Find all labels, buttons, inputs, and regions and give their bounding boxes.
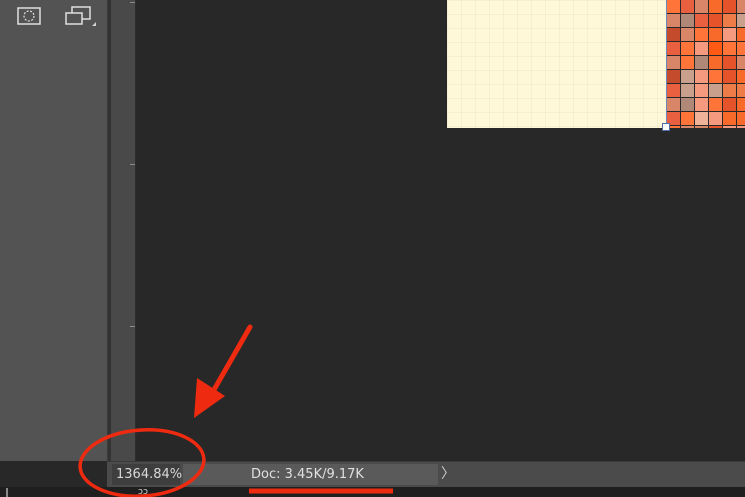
image-pixel (695, 84, 708, 97)
image-pixel (667, 98, 680, 111)
image-pixel (737, 126, 745, 128)
image-pixel (737, 28, 745, 41)
image-pixel (709, 28, 722, 41)
image-pixel (737, 42, 745, 55)
image-pixel (695, 56, 708, 69)
image-pixel (667, 0, 680, 13)
status-menu-arrow-icon[interactable]: 〉 (438, 464, 458, 485)
image-pixel (723, 98, 736, 111)
ruler-tick (130, 2, 135, 3)
image-pixel (709, 42, 722, 55)
image-pixel (681, 98, 694, 111)
image-pixel (681, 126, 694, 128)
image-pixel (723, 126, 736, 128)
image-pixel (667, 28, 680, 41)
image-pixel (737, 112, 745, 125)
image-pixel (723, 28, 736, 41)
image-pixel (695, 28, 708, 41)
image-pixel (667, 56, 680, 69)
image-pixel (695, 98, 708, 111)
image-pixel (723, 56, 736, 69)
image-pixel (737, 0, 745, 13)
image-pixel (709, 84, 722, 97)
canvas-area[interactable] (136, 0, 745, 461)
image-pixel (667, 84, 680, 97)
image-pixel (723, 0, 736, 13)
bottom-strip (0, 487, 745, 497)
image-pixel (709, 126, 722, 128)
image-pixel (681, 112, 694, 125)
image-pixel (681, 28, 694, 41)
image-pixel (695, 0, 708, 13)
ruler-tick (130, 326, 135, 327)
image-pixel (709, 56, 722, 69)
image-pixel (723, 42, 736, 55)
image-pixel-region (666, 0, 745, 128)
status-bar: 1364.84% Doc: 3.45K/9.17K 〉 (107, 461, 745, 488)
image-pixel (737, 14, 745, 27)
image-pixel (737, 70, 745, 83)
document-size-info[interactable]: Doc: 3.45K/9.17K (183, 464, 438, 485)
image-pixel (695, 70, 708, 83)
tools-panel (0, 0, 108, 461)
image-pixel (737, 98, 745, 111)
quick-mask-button[interactable] (16, 4, 44, 28)
image-cream-region (447, 0, 666, 128)
pixel-grid (667, 0, 745, 128)
selection-handle[interactable] (662, 123, 670, 131)
quick-mask-icon (17, 7, 41, 25)
image-pixel (695, 126, 708, 128)
image-pixel (723, 84, 736, 97)
screen-mode-icon (65, 6, 96, 26)
image-pixel (681, 56, 694, 69)
bottom-strip-text: ɔɔ (138, 487, 148, 497)
image-document[interactable] (447, 0, 745, 131)
image-pixel (681, 14, 694, 27)
image-pixel (737, 84, 745, 97)
image-pixel (723, 14, 736, 27)
zoom-level-field[interactable]: 1364.84% (112, 464, 182, 485)
screen-mode-button[interactable] (64, 4, 96, 28)
image-pixel (709, 98, 722, 111)
image-pixel (667, 14, 680, 27)
image-pixel (723, 70, 736, 83)
image-pixel (709, 112, 722, 125)
image-pixel (695, 112, 708, 125)
image-pixel (695, 14, 708, 27)
ruler-tick (130, 164, 135, 165)
vertical-ruler[interactable] (111, 0, 136, 461)
image-pixel (709, 0, 722, 13)
image-pixel (723, 112, 736, 125)
image-pixel (667, 42, 680, 55)
bottom-strip-marker (6, 488, 8, 497)
image-pixel (667, 70, 680, 83)
image-pixel (709, 14, 722, 27)
image-pixel (695, 42, 708, 55)
image-pixel (681, 42, 694, 55)
image-pixel (737, 56, 745, 69)
image-pixel (709, 70, 722, 83)
image-pixel (681, 0, 694, 13)
image-pixel (681, 84, 694, 97)
image-pixel (681, 70, 694, 83)
